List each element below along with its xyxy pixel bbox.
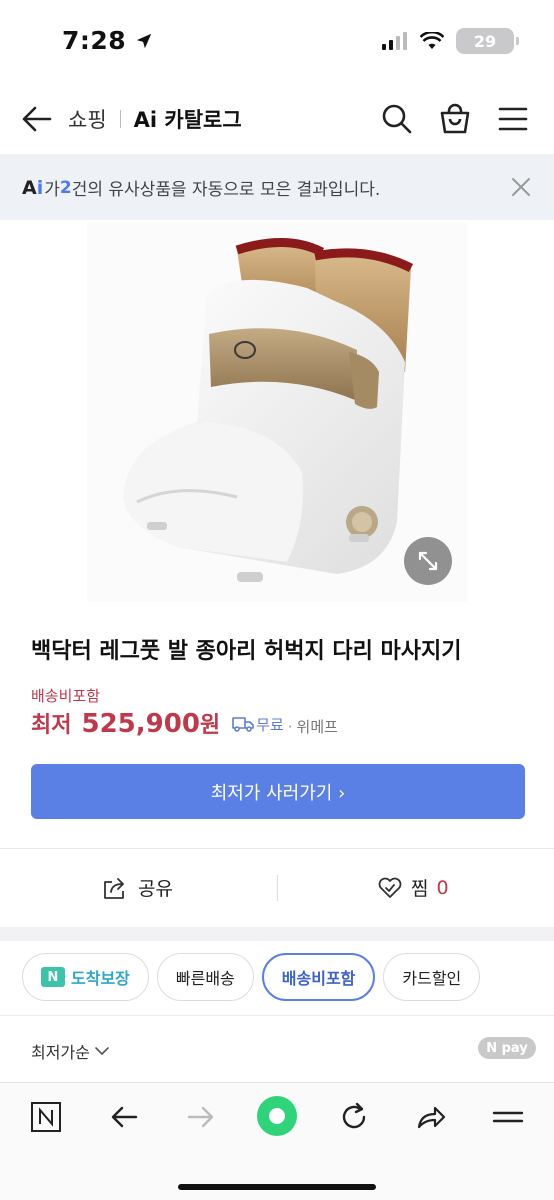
- share-arrow-icon: [417, 1106, 446, 1129]
- separator-dot: ·: [287, 718, 293, 736]
- sort-dropdown[interactable]: 최저가순: [31, 1039, 110, 1063]
- filter-chip-fast-delivery[interactable]: 빠른배송: [156, 953, 254, 1001]
- wifi-icon: [420, 32, 444, 49]
- nav-actions: [380, 102, 530, 136]
- close-icon[interactable]: [510, 176, 532, 198]
- price-row: 최저 525,900 원 무료 · 위메프: [31, 707, 338, 739]
- filter-chip-label: 도착보장: [71, 969, 130, 988]
- free-shipping-info: 무료: [232, 714, 284, 735]
- filter-chip-card-discount[interactable]: 카드할인: [383, 953, 481, 1001]
- browser-toolbar: [0, 1082, 554, 1200]
- browser-menu-button[interactable]: [488, 1097, 528, 1137]
- search-icon[interactable]: [380, 102, 414, 136]
- npay-badge[interactable]: N pay: [478, 1037, 536, 1059]
- buy-lowest-price-button[interactable]: 최저가 사러가기 ›: [31, 764, 525, 819]
- battery-indicator: 29: [456, 28, 519, 54]
- ai-logo: Ai: [22, 176, 44, 199]
- action-divider: [277, 875, 278, 901]
- free-shipping-text: 무료: [256, 715, 284, 734]
- home-indicator: [178, 1184, 376, 1190]
- product-title: 백닥터 레그풋 발 종아리 허벅지 다리 마사지기: [31, 639, 462, 664]
- sort-label: 최저가순: [31, 1043, 90, 1062]
- price-value: 525,900: [81, 709, 200, 739]
- filter-chip-label: 빠른배송: [175, 969, 235, 988]
- breadcrumb-shopping[interactable]: 쇼핑: [68, 104, 107, 134]
- forward-arrow-icon: [187, 1106, 214, 1128]
- browser-back-button[interactable]: [104, 1097, 144, 1137]
- ai-banner-message: Ai 가 2 건의 유사상품을 자동으로 모은 결과입니다.: [22, 175, 381, 201]
- filter-chips: N 도착보장 빠른배송 배송비포함 카드할인: [22, 953, 481, 1001]
- section-separator: [0, 927, 554, 941]
- page-title: Ai 카탈로그: [133, 108, 242, 132]
- breadcrumb: 쇼핑 Ai 카탈로그: [68, 104, 242, 134]
- shipping-included-label: 배송비포함: [31, 687, 101, 705]
- shopping-bag-icon[interactable]: [438, 102, 472, 136]
- chevron-down-icon: [95, 1047, 109, 1055]
- price-unit: 원: [199, 713, 221, 738]
- share-page-button[interactable]: [411, 1097, 451, 1137]
- filter-chip-shipping-included[interactable]: 배송비포함: [261, 953, 376, 1001]
- refresh-icon: [342, 1102, 366, 1129]
- filter-chip-label: 배송비포함: [281, 969, 356, 988]
- ai-result-banner: Ai 가 2 건의 유사상품을 자동으로 모은 결과입니다.: [0, 154, 554, 220]
- ai-banner-text-after: 건의 유사상품을 자동으로 모은 결과입니다.: [71, 180, 381, 200]
- back-arrow-icon[interactable]: [20, 102, 54, 136]
- sort-row: 최저가순 N pay: [0, 1015, 554, 1081]
- filter-chip-label: 카드할인: [402, 969, 462, 988]
- location-arrow-icon: [137, 33, 152, 49]
- filter-chip-arrival-guarantee[interactable]: N 도착보장: [22, 953, 149, 1001]
- truck-icon: [232, 717, 254, 732]
- share-icon: [104, 877, 124, 899]
- arrival-guarantee-icon: N: [41, 967, 65, 987]
- price-prefix: 최저: [31, 713, 72, 738]
- breadcrumb-divider: [119, 110, 121, 128]
- naver-n-icon: [31, 1102, 61, 1132]
- expand-icon: [418, 551, 438, 571]
- ai-banner-count: 2: [59, 177, 72, 198]
- top-navigation: 쇼핑 Ai 카탈로그: [0, 84, 554, 154]
- like-count: 0: [436, 876, 449, 899]
- ai-banner-text-before: 가: [44, 180, 60, 200]
- action-row: 공유 찜 0: [0, 849, 554, 927]
- back-arrow-icon: [111, 1106, 138, 1128]
- cellular-signal-icon: [382, 32, 407, 50]
- status-time: 7:28: [62, 26, 153, 55]
- heart-check-icon: [378, 877, 402, 898]
- share-label: 공유: [138, 878, 173, 900]
- seller-name: 위메프: [296, 718, 338, 736]
- status-indicators: 29: [382, 28, 519, 54]
- share-button[interactable]: 공유: [102, 874, 173, 901]
- naver-home-button[interactable]: [26, 1097, 66, 1137]
- refresh-button[interactable]: [334, 1097, 374, 1137]
- green-dot-button[interactable]: [256, 1095, 298, 1137]
- status-bar: 7:28 29: [0, 0, 554, 84]
- like-label: 찜: [411, 878, 429, 900]
- zoom-button[interactable]: [404, 537, 452, 585]
- green-dot-icon: [257, 1096, 297, 1136]
- like-button[interactable]: 찜 0: [377, 874, 449, 901]
- menu-icon: [492, 1111, 524, 1123]
- browser-forward-button[interactable]: [181, 1097, 221, 1137]
- menu-icon[interactable]: [496, 102, 530, 136]
